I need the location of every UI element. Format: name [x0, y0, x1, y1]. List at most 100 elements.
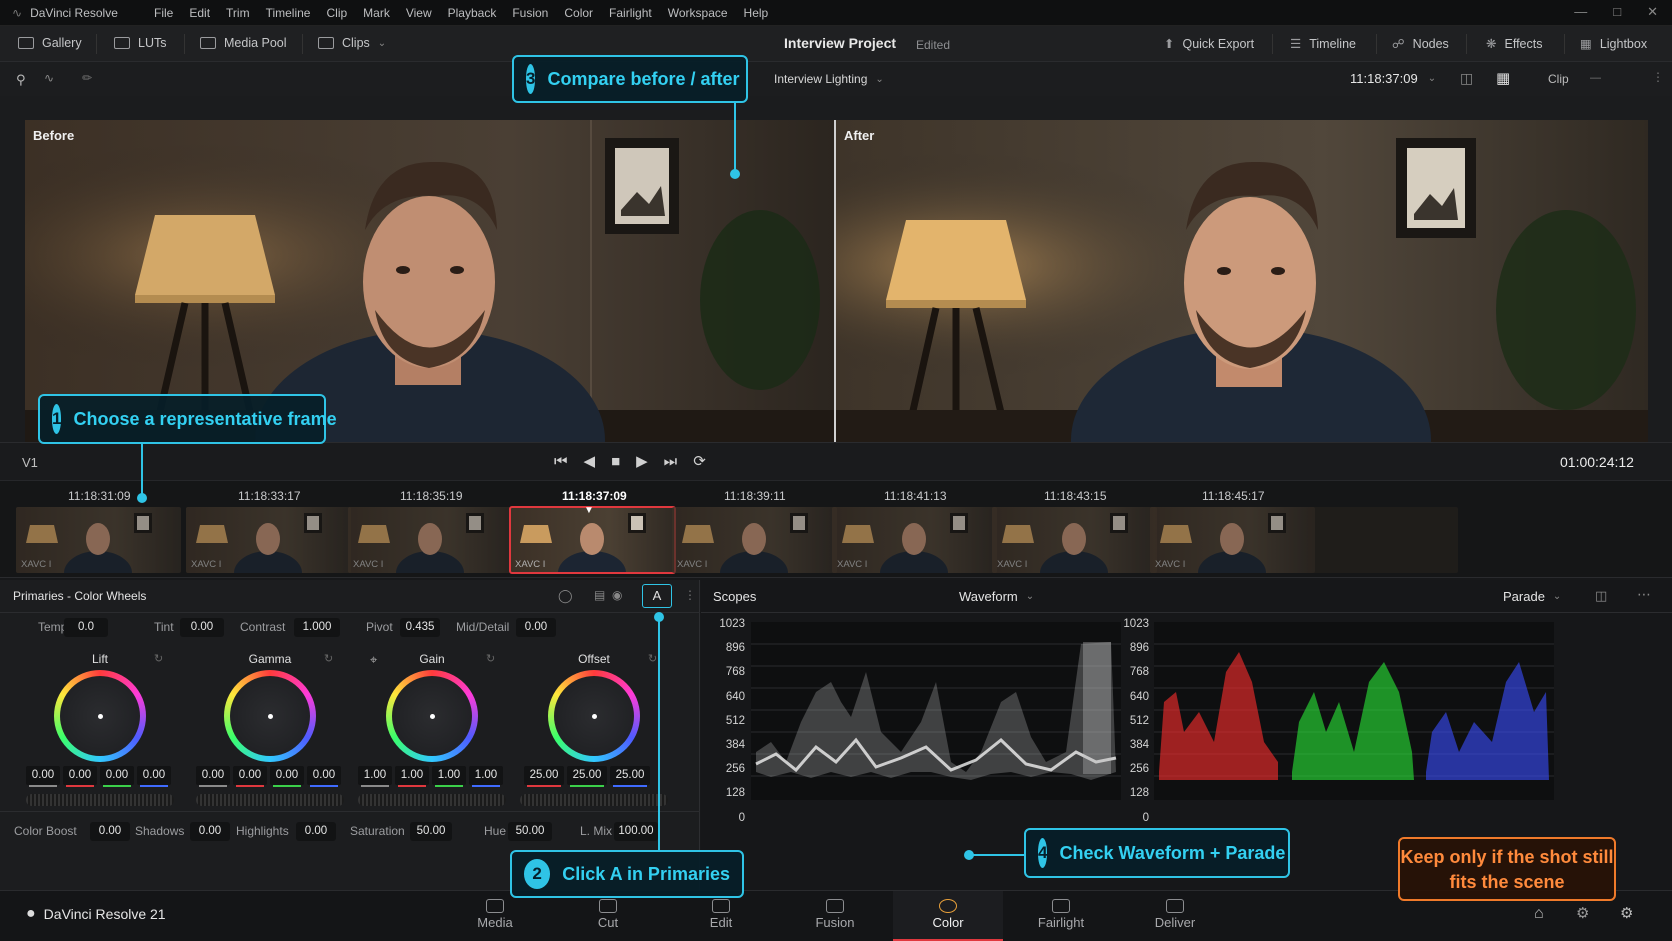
wheel-value[interactable]: 0.00: [196, 766, 230, 787]
nodes-button[interactable]: ☍ Nodes: [1392, 36, 1449, 52]
more-horiz-icon[interactable]: ⋯: [1637, 586, 1651, 603]
tab-deliver[interactable]: Deliver: [1120, 891, 1230, 941]
reset-icon[interactable]: ◯: [558, 588, 573, 604]
master-wheel-slider[interactable]: [520, 794, 668, 806]
wheel-value[interactable]: 0.00: [307, 766, 341, 787]
after-frame[interactable]: After: [836, 120, 1648, 442]
wheel-value[interactable]: 0.00: [63, 766, 97, 787]
menu-file[interactable]: File: [154, 6, 173, 20]
play-icon[interactable]: ▶: [636, 452, 648, 470]
menu-workspace[interactable]: Workspace: [668, 6, 728, 20]
wheel-value[interactable]: 0.00: [137, 766, 171, 787]
menu-fairlight[interactable]: Fairlight: [609, 6, 652, 20]
step-back-icon[interactable]: ◀: [584, 452, 596, 470]
scope-mode-select[interactable]: Parade ⌄: [1503, 589, 1561, 604]
field-value[interactable]: 0.00: [296, 822, 336, 841]
wheel-value[interactable]: 1.00: [469, 766, 503, 787]
clip-thumbnail[interactable]: XAVC I: [1150, 507, 1315, 573]
grid-view-icon[interactable]: ▦: [1496, 69, 1510, 87]
menu-color[interactable]: Color: [564, 6, 593, 20]
home-icon[interactable]: ⌂: [1534, 905, 1544, 923]
wheel-value[interactable]: 1.00: [432, 766, 466, 787]
effects-button[interactable]: ❋ Effects: [1486, 36, 1542, 52]
field-value[interactable]: 100.00: [614, 822, 658, 841]
clip-thumbnail[interactable]: [1308, 507, 1458, 573]
lift-wheel[interactable]: [54, 670, 146, 762]
wheels-icon[interactable]: ◉: [612, 588, 622, 602]
bars-icon[interactable]: ▤: [594, 588, 605, 602]
scope-layout-icon[interactable]: ◫: [1595, 588, 1607, 604]
wheel-center-handle[interactable]: [592, 714, 597, 719]
tab-edit[interactable]: Edit: [666, 891, 776, 941]
skip-start-icon[interactable]: ⏮: [554, 453, 568, 470]
project-settings-icon[interactable]: ⚙: [1576, 904, 1589, 922]
tab-color[interactable]: Color: [893, 891, 1003, 941]
wheel-value[interactable]: 0.00: [100, 766, 134, 787]
field-value[interactable]: 0.00: [516, 618, 556, 637]
wheel-center-handle[interactable]: [98, 714, 103, 719]
more-vert-icon[interactable]: ⋮: [684, 588, 696, 602]
master-wheel-slider[interactable]: [358, 794, 506, 806]
scope-type-select[interactable]: Waveform ⌄: [959, 589, 1034, 604]
reset-icon[interactable]: ↻: [154, 652, 163, 665]
field-value[interactable]: 1.000: [294, 618, 340, 637]
clip-thumbnail[interactable]: XAVC I: [992, 507, 1157, 573]
media-pool-button[interactable]: Media Pool: [200, 36, 287, 50]
tab-fusion[interactable]: Fusion: [780, 891, 890, 941]
field-value[interactable]: 0.435: [400, 618, 440, 637]
lightbox-button[interactable]: ▦ Lightbox: [1580, 36, 1647, 52]
wheel-value[interactable]: 25.00: [610, 766, 650, 787]
field-value[interactable]: 0.0: [64, 618, 108, 637]
gear-icon[interactable]: ⚙: [1620, 904, 1633, 922]
split-view-icon[interactable]: ◫: [1460, 70, 1473, 87]
reset-icon[interactable]: ↻: [324, 652, 333, 665]
field-value[interactable]: 0.00: [90, 822, 130, 841]
clip-thumbnail[interactable]: XAVC I ▼: [509, 506, 676, 574]
maximize-icon[interactable]: □: [1613, 4, 1621, 20]
field-value[interactable]: 0.00: [190, 822, 230, 841]
field-value[interactable]: 0.00: [180, 618, 224, 637]
wheel-center-handle[interactable]: [430, 714, 435, 719]
clip-thumbnail[interactable]: XAVC I: [348, 507, 513, 573]
menu-help[interactable]: Help: [744, 6, 769, 20]
quick-export-button[interactable]: ⬆ Quick Export: [1164, 36, 1254, 52]
menu-fusion[interactable]: Fusion: [512, 6, 548, 20]
more-vert-icon[interactable]: ⋮: [1652, 70, 1664, 84]
clip-thumbnail[interactable]: XAVC I: [832, 507, 997, 573]
master-wheel-slider[interactable]: [26, 794, 174, 806]
stop-icon[interactable]: ■: [611, 453, 620, 470]
clip-mode-label[interactable]: Clip: [1548, 72, 1569, 86]
tab-cut[interactable]: Cut: [553, 891, 663, 941]
close-icon[interactable]: ✕: [1647, 4, 1658, 20]
menu-timeline[interactable]: Timeline: [266, 6, 311, 20]
highlight-icon[interactable]: ✏: [82, 71, 92, 85]
luts-button[interactable]: LUTs: [114, 36, 166, 50]
menu-mark[interactable]: Mark: [363, 6, 390, 20]
zoom-icon[interactable]: ⚲: [16, 72, 26, 88]
wipe-divider[interactable]: [834, 120, 836, 442]
wheel-value[interactable]: 0.00: [26, 766, 60, 787]
timeline-selector[interactable]: Interview Lighting ⌄: [774, 72, 884, 86]
field-value[interactable]: 50.00: [410, 822, 452, 841]
clip-thumbnail[interactable]: XAVC I: [186, 507, 351, 573]
wheel-value[interactable]: 25.00: [524, 766, 564, 787]
menu-view[interactable]: View: [406, 6, 432, 20]
menu-clip[interactable]: Clip: [326, 6, 347, 20]
wipe-icon[interactable]: ∿: [44, 71, 54, 85]
wheel-value[interactable]: 0.00: [270, 766, 304, 787]
wheel-value[interactable]: 1.00: [395, 766, 429, 787]
tab-media[interactable]: Media: [440, 891, 550, 941]
viewer-timecode[interactable]: 11:18:37:09 ⌄: [1350, 71, 1436, 86]
gain-wheel[interactable]: [386, 670, 478, 762]
gamma-wheel[interactable]: [224, 670, 316, 762]
minimize-icon[interactable]: —: [1574, 4, 1587, 20]
wheel-value[interactable]: 1.00: [358, 766, 392, 787]
reset-icon[interactable]: ↻: [486, 652, 495, 665]
clip-thumbnail[interactable]: XAVC I: [672, 507, 837, 573]
reset-icon[interactable]: ↻: [648, 652, 657, 665]
skip-end-icon[interactable]: ⏭: [664, 453, 678, 470]
menu-edit[interactable]: Edit: [189, 6, 210, 20]
tab-fairlight[interactable]: Fairlight: [1006, 891, 1116, 941]
menu-trim[interactable]: Trim: [226, 6, 250, 20]
master-wheel-slider[interactable]: [196, 794, 344, 806]
